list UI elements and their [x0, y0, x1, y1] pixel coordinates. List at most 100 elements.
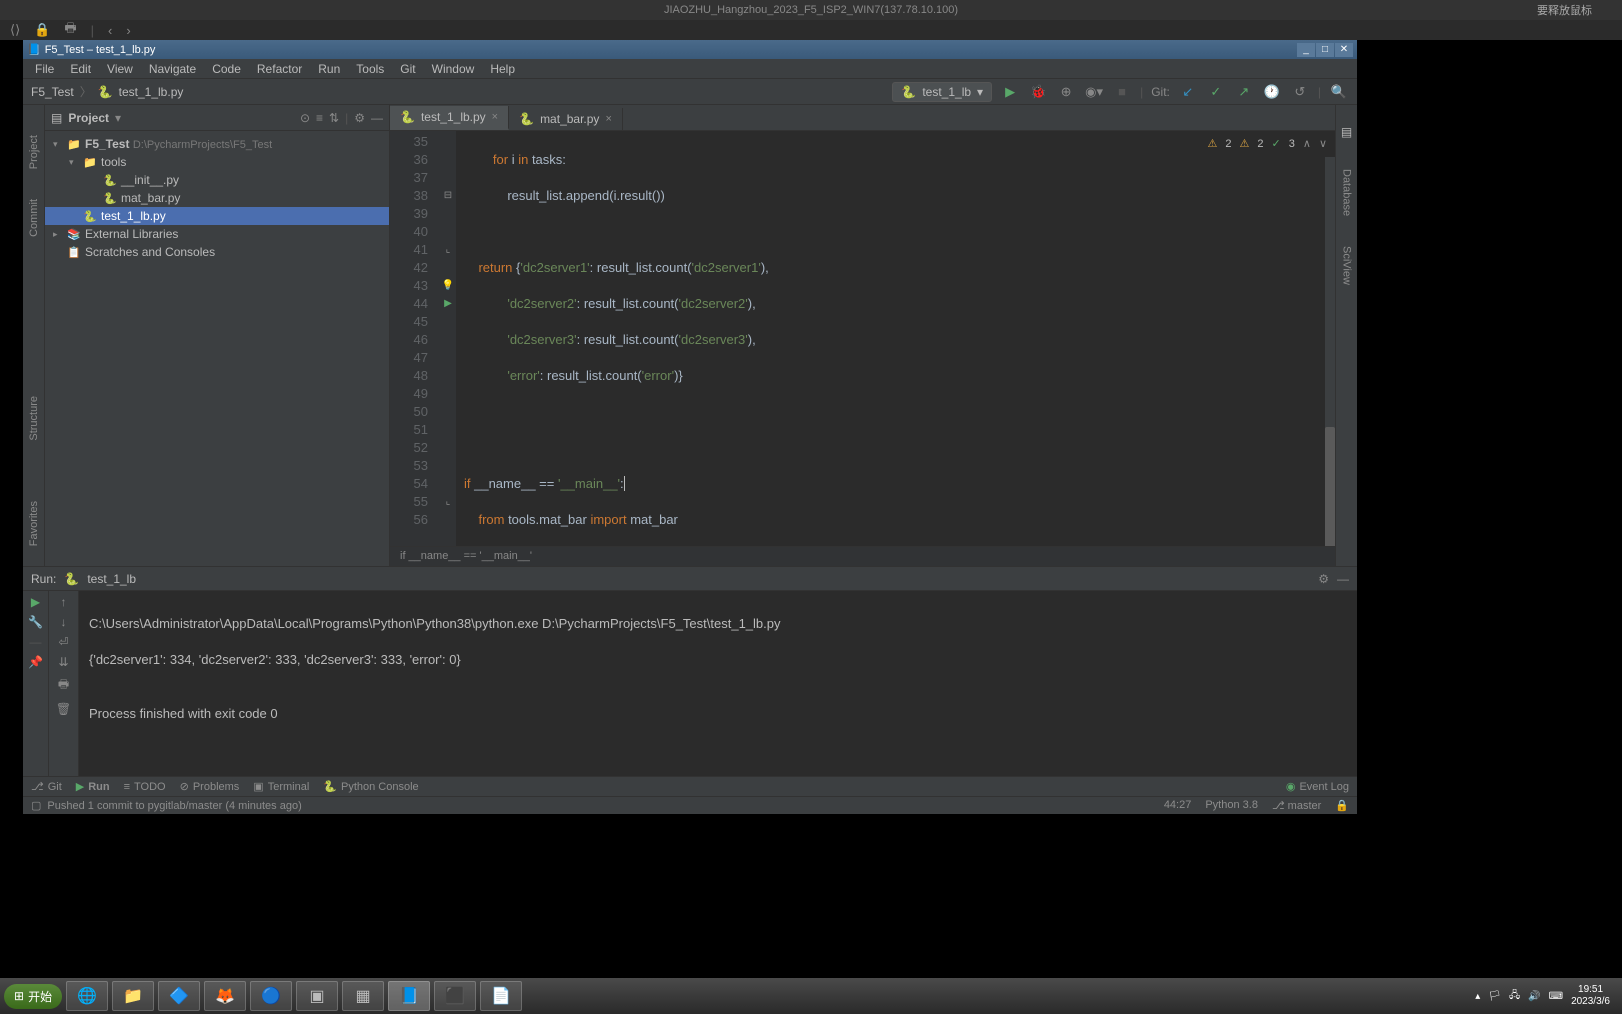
down-button[interactable]: ↓ — [61, 615, 67, 629]
coverage-button[interactable]: ⊕ — [1056, 82, 1076, 102]
close-tab-icon[interactable]: × — [605, 113, 611, 125]
menu-file[interactable]: File — [29, 60, 60, 78]
breadcrumb[interactable]: F5_Test 〉 🐍 test_1_lb.py — [31, 83, 183, 100]
profile-button[interactable]: ◉▾ — [1084, 82, 1104, 102]
clear-button[interactable]: 🗑 — [56, 702, 71, 716]
tray-date[interactable]: 2023/3/6 — [1571, 996, 1610, 1008]
minimize-button[interactable]: _ — [1297, 43, 1315, 57]
expand-icon[interactable]: ⇅ — [329, 111, 339, 125]
maximize-button[interactable]: □ — [1316, 43, 1334, 57]
git-push-button[interactable]: ↗ — [1234, 82, 1254, 102]
tool-event-log[interactable]: ◉Event Log — [1286, 780, 1349, 793]
tree-init-py[interactable]: 🐍 __init__.py — [45, 171, 389, 189]
tree-root[interactable]: ▾📁 F5_Test D:\PycharmProjects\F5_Test — [45, 135, 389, 153]
editor-scrollbar[interactable] — [1325, 157, 1335, 526]
tree-external-libraries[interactable]: ▸📚 External Libraries — [45, 225, 389, 243]
collapse-icon[interactable]: ≡ — [316, 111, 323, 125]
taskbar-app3[interactable]: ▦ — [342, 981, 384, 1011]
tool-git[interactable]: ⎇Git — [31, 780, 62, 793]
breadcrumb-file[interactable]: test_1_lb.py — [119, 85, 184, 99]
menu-refactor[interactable]: Refactor — [251, 60, 308, 78]
editor-tab-test-lb[interactable]: 🐍 test_1_lb.py × — [390, 106, 509, 130]
tool-commit[interactable]: Commit — [28, 199, 40, 237]
menu-run[interactable]: Run — [312, 60, 346, 78]
run-output[interactable]: C:\Users\Administrator\AppData\Local\Pro… — [79, 591, 1357, 776]
taskbar-cmd[interactable]: ⬛ — [434, 981, 476, 1011]
rerun-button[interactable]: ▶ — [31, 595, 40, 609]
scroll-button[interactable]: ⇊ — [58, 655, 68, 669]
menu-window[interactable]: Window — [426, 60, 481, 78]
tray-network-icon[interactable]: 🖧 — [1509, 988, 1520, 1005]
editor-content[interactable]: ⚠2 ⚠2 ✓3 ∧ ∨ 353637383940414243444546474… — [390, 131, 1335, 546]
tray-time[interactable]: 19:51 — [1571, 984, 1610, 996]
run-config-selector[interactable]: 🐍 test_1_lb ▾ — [892, 82, 992, 102]
menu-edit[interactable]: Edit — [64, 60, 97, 78]
lock-icon[interactable]: 🔒 — [1335, 799, 1349, 812]
tool-database[interactable]: Database — [1341, 169, 1353, 216]
notifications-icon[interactable]: ▤ — [1341, 125, 1352, 139]
breadcrumb-root[interactable]: F5_Test — [31, 85, 74, 99]
editor-breadcrumb[interactable]: if __name__ == '__main__' — [390, 546, 1335, 566]
taskbar-pycharm[interactable]: 📘 — [388, 981, 430, 1011]
tool-button[interactable]: 🔧 — [28, 615, 43, 629]
project-tree[interactable]: ▾📁 F5_Test D:\PycharmProjects\F5_Test ▾📁… — [45, 131, 389, 566]
close-button[interactable]: ✕ — [1335, 43, 1353, 57]
debug-button[interactable]: 🐞 — [1028, 82, 1048, 102]
up-button[interactable]: ↑ — [61, 595, 67, 609]
chevron-down-icon[interactable]: ▾ — [115, 111, 121, 125]
tray-input-icon[interactable]: ⌨ — [1549, 991, 1563, 1002]
git-branch[interactable]: ⎇ master — [1272, 799, 1321, 812]
target-icon[interactable]: ⊙ — [300, 111, 310, 125]
tree-tools-dir[interactable]: ▾📁 tools — [45, 153, 389, 171]
print-icon[interactable]: 🖶 — [64, 19, 76, 41]
menu-code[interactable]: Code — [206, 60, 247, 78]
hide-icon[interactable]: — — [1337, 572, 1349, 586]
inspection-bar[interactable]: ⚠2 ⚠2 ✓3 ∧ ∨ — [1208, 135, 1327, 153]
tray-expand-icon[interactable]: ▴ — [1475, 991, 1480, 1002]
stop-button[interactable]: ■ — [1112, 82, 1132, 102]
tool-problems[interactable]: ⊘Problems — [180, 780, 240, 793]
tool-terminal[interactable]: ▣Terminal — [253, 780, 309, 793]
tool-sciview[interactable]: SciView — [1341, 246, 1353, 285]
prev-highlight-icon[interactable]: ∧ — [1303, 135, 1311, 153]
taskbar-explorer[interactable]: 📁 — [112, 981, 154, 1011]
next-icon[interactable]: › — [126, 23, 130, 38]
close-tab-icon[interactable]: × — [492, 111, 498, 123]
taskbar-notepad[interactable]: 📄 — [480, 981, 522, 1011]
taskbar-app2[interactable]: ▣ — [296, 981, 338, 1011]
scrollbar-thumb[interactable] — [1325, 427, 1335, 546]
system-tray[interactable]: ▴ 🏳 🖧 🔊 ⌨ 19:51 2023/3/6 — [1475, 984, 1618, 1008]
print-button[interactable]: 🖶 — [58, 675, 69, 696]
tree-test-lb-py[interactable]: 🐍 test_1_lb.py — [45, 207, 389, 225]
taskbar-chrome[interactable]: 🔵 — [250, 981, 292, 1011]
menu-help[interactable]: Help — [484, 60, 521, 78]
code-text[interactable]: for i in tasks: result_list.append(i.res… — [456, 131, 1335, 546]
taskbar-ie[interactable]: 🌐 — [66, 981, 108, 1011]
tree-mat-bar-py[interactable]: 🐍 mat_bar.py — [45, 189, 389, 207]
lock-icon[interactable]: 🔒 — [34, 22, 50, 38]
git-update-button[interactable]: ↙ — [1178, 82, 1198, 102]
taskbar-firefox[interactable]: 🦊 — [204, 981, 246, 1011]
cursor-position[interactable]: 44:27 — [1164, 799, 1192, 812]
git-history-button[interactable]: 🕐 — [1262, 82, 1282, 102]
hide-icon[interactable]: — — [371, 111, 383, 125]
prev-icon[interactable]: ‹ — [108, 23, 112, 38]
titlebar[interactable]: 📘 F5_Test – test_1_lb.py _ □ ✕ — [23, 40, 1357, 59]
next-highlight-icon[interactable]: ∨ — [1319, 135, 1327, 153]
tool-run[interactable]: ▶Run — [76, 780, 110, 793]
tool-structure[interactable]: Structure — [28, 396, 40, 441]
menu-git[interactable]: Git — [394, 60, 421, 78]
menu-navigate[interactable]: Navigate — [143, 60, 202, 78]
tool-favorites[interactable]: Favorites — [28, 501, 40, 546]
start-button[interactable]: ⊞ 开始 — [4, 984, 62, 1009]
run-button[interactable]: ▶ — [1000, 82, 1020, 102]
tool-todo[interactable]: ≡TODO — [124, 781, 166, 793]
pin-button[interactable]: 📌 — [28, 655, 43, 669]
menu-view[interactable]: View — [101, 60, 139, 78]
menu-tools[interactable]: Tools — [350, 60, 390, 78]
tray-volume-icon[interactable]: 🔊 — [1528, 991, 1540, 1002]
tool-project[interactable]: Project — [28, 135, 40, 169]
search-everywhere-button[interactable]: 🔍 — [1329, 82, 1349, 102]
tray-flag-icon[interactable]: 🏳 — [1488, 991, 1501, 1002]
editor-tab-mat-bar[interactable]: 🐍 mat_bar.py × — [509, 108, 623, 130]
